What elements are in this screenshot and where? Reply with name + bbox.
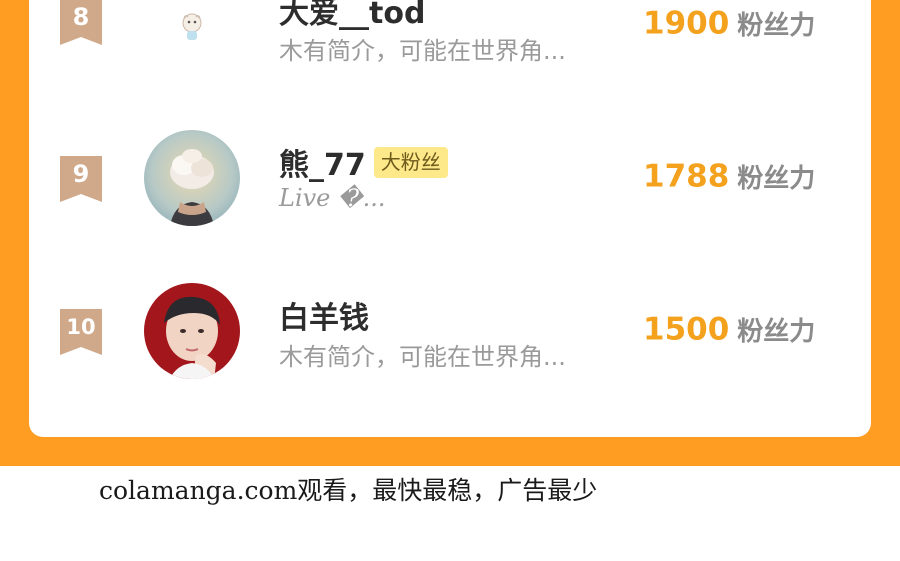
user-bio: 木有简介，可能在世界角... (279, 37, 566, 65)
score-value: 1788 (643, 158, 730, 195)
score-value: 1900 (643, 5, 730, 42)
score-unit: 粉丝力 (737, 11, 816, 41)
user-bio: Live �... (279, 184, 386, 212)
list-item[interactable]: 10 白羊钱 木有简介，可能在世界角... 1500 粉丝力 (29, 281, 871, 391)
user-bio: 木有简介，可能在世界角... (279, 343, 566, 371)
score-unit: 粉丝力 (737, 317, 816, 347)
avatar[interactable] (144, 283, 240, 379)
user-name[interactable]: 大爱__tod (279, 0, 425, 31)
list-item[interactable]: 9 熊_77 大粉丝 Live �... 1788 粉丝力 (29, 128, 871, 238)
leaderboard-frame: 8 大爱__tod 木有简介，可能在世界角... 1900 粉丝力 9 熊_77… (0, 0, 900, 466)
rank-badge: 10 (60, 309, 102, 355)
rank-number: 9 (72, 160, 90, 188)
fan-badge: 大粉丝 (373, 146, 448, 178)
leaderboard-card: 8 大爱__tod 木有简介，可能在世界角... 1900 粉丝力 9 熊_77… (29, 0, 871, 437)
list-item[interactable]: 8 大爱__tod 木有简介，可能在世界角... 1900 粉丝力 (29, 0, 871, 78)
user-name[interactable]: 熊_77 (279, 148, 366, 183)
cartoon-sheep-icon (144, 0, 240, 69)
boy-portrait-icon (144, 283, 240, 379)
user-name[interactable]: 白羊钱 (279, 301, 369, 336)
score-unit: 粉丝力 (737, 164, 816, 194)
rank-number: 10 (66, 315, 96, 339)
rank-badge: 9 (60, 156, 102, 202)
site-watermark-text: colamanga.com观看，最快最稳，广告最少 (99, 476, 598, 505)
rank-badge: 8 (60, 0, 102, 45)
score-value: 1500 (643, 311, 730, 348)
avatar[interactable] (144, 0, 240, 69)
rank-number: 8 (72, 3, 90, 31)
avatar[interactable] (144, 130, 240, 226)
cloud-portrait-icon (144, 130, 240, 226)
